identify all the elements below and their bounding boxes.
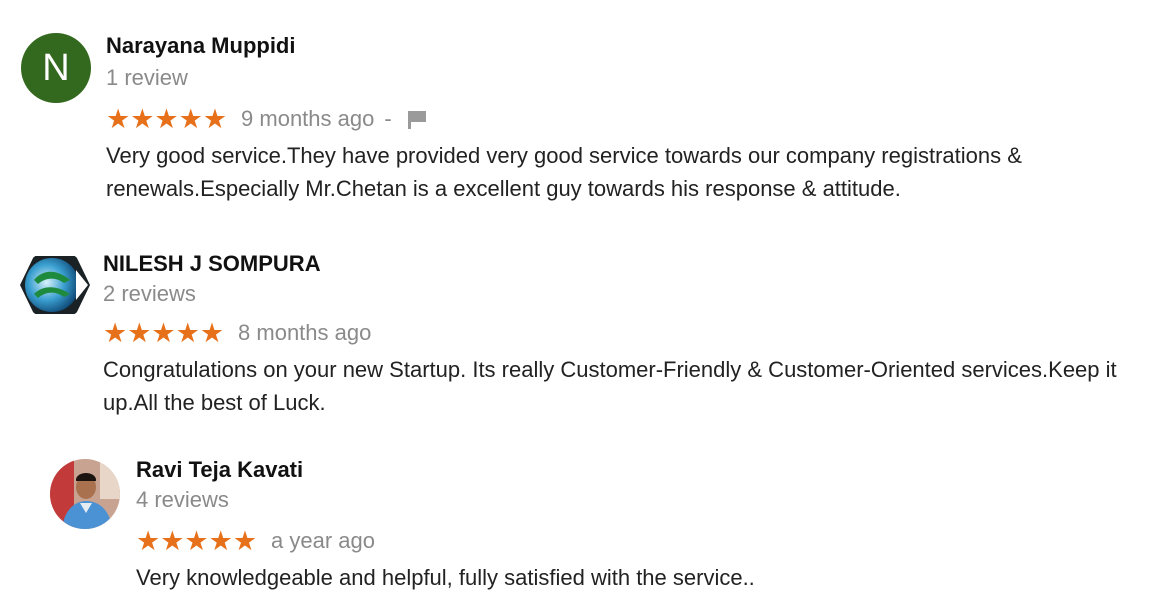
review-meta: ★★★★★ a year ago xyxy=(136,527,1136,555)
review-date: a year ago xyxy=(271,528,375,553)
avatar-logo-image xyxy=(20,250,90,320)
review-count[interactable]: 1 review xyxy=(106,65,1126,91)
author-name[interactable]: NILESH J SOMPURA xyxy=(103,251,1153,277)
review-date: 9 months ago xyxy=(241,106,375,131)
review-text: Congratulations on your new Startup. Its… xyxy=(103,357,1117,415)
flag-icon[interactable] xyxy=(406,108,428,130)
review-body: NILESH J SOMPURA 2 reviews ★★★★★ 8 month… xyxy=(103,251,1153,419)
review-text: Very good service.They have provided ver… xyxy=(106,143,1022,201)
review-meta: ★★★★★ 9 months ago - xyxy=(106,105,1126,133)
star-rating: ★★★★★ xyxy=(106,104,228,134)
review-body: Ravi Teja Kavati 4 reviews ★★★★★ a year … xyxy=(136,457,1136,594)
avatar-letter: N xyxy=(42,47,70,89)
review-date: 8 months ago xyxy=(238,320,372,345)
avatar[interactable]: N xyxy=(21,33,91,103)
meta-separator: - xyxy=(384,106,392,131)
avatar[interactable] xyxy=(50,459,120,529)
author-name[interactable]: Narayana Muppidi xyxy=(106,33,1126,59)
review-text: Very knowledgeable and helpful, fully sa… xyxy=(136,565,755,590)
star-rating: ★★★★★ xyxy=(103,318,225,348)
author-name[interactable]: Ravi Teja Kavati xyxy=(136,457,1136,483)
star-rating: ★★★★★ xyxy=(136,526,258,556)
review-meta: ★★★★★ 8 months ago xyxy=(103,319,1153,347)
avatar[interactable] xyxy=(20,250,90,320)
review-count[interactable]: 2 reviews xyxy=(103,281,1153,307)
review-count[interactable]: 4 reviews xyxy=(136,487,1136,513)
reviews-list: N Narayana Muppidi 1 review ★★★★★ 9 mont… xyxy=(0,0,1168,611)
avatar-photo-image xyxy=(50,459,120,529)
review-body: Narayana Muppidi 1 review ★★★★★ 9 months… xyxy=(106,33,1126,205)
